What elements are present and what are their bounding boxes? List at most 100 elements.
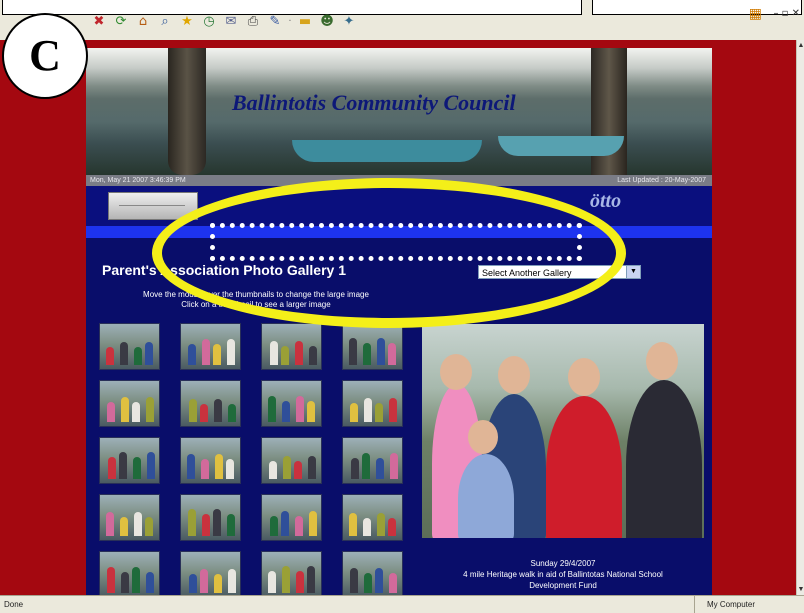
site-title: Ballintotis Community Council — [232, 90, 516, 115]
messenger-icon[interactable]: ☻ — [318, 13, 336, 31]
windows-flag-icon: ▦ — [748, 6, 762, 22]
thumbnail-figure — [268, 571, 276, 593]
thumbnail-figure — [121, 572, 129, 593]
thumbnail-figure — [363, 343, 371, 365]
thumbnail-figure — [269, 461, 277, 479]
thumbnail-figure — [375, 403, 383, 422]
gallery-thumbnail[interactable] — [99, 380, 160, 427]
boat-image — [498, 136, 624, 156]
gallery-thumbnail[interactable] — [261, 437, 322, 484]
thumbnail-figure — [282, 401, 290, 422]
gallery-thumbnail[interactable] — [261, 380, 322, 427]
thumbnail-figure — [268, 396, 276, 422]
thumbnail-figure — [376, 458, 384, 479]
gallery-thumbnail[interactable] — [261, 551, 322, 595]
photo-figure — [458, 454, 514, 538]
thumbnail-figure — [227, 514, 235, 536]
thumbnail-grid — [99, 323, 419, 595]
thumbnail-figure — [349, 338, 357, 365]
photo-figure — [468, 420, 498, 454]
photo-figure — [440, 354, 472, 390]
thumbnail-figure — [213, 509, 221, 536]
thumbnail-figure — [283, 456, 291, 479]
thumbnail-figure — [107, 567, 115, 593]
thumbnail-figure — [107, 402, 115, 422]
caption-line: 4 mile Heritage walk in aid of Ballintot… — [463, 570, 663, 579]
thumbnail-figure — [108, 457, 116, 479]
current-datetime: Mon, May 21 2007 3:46:39 PM — [90, 177, 186, 184]
stop-icon[interactable]: ✖ — [90, 13, 108, 31]
favorites-icon[interactable]: ★ — [178, 13, 196, 31]
vertical-scrollbar[interactable]: ▲ ▼ — [796, 40, 804, 595]
refresh-icon[interactable]: ⟳ — [112, 13, 130, 31]
gallery-thumbnail[interactable] — [180, 494, 241, 541]
photo-figure — [626, 380, 702, 538]
thumbnail-figure — [295, 516, 303, 536]
thumbnail-figure — [296, 571, 304, 593]
history-icon[interactable]: ◷ — [200, 13, 218, 31]
thumbnail-figure — [145, 517, 153, 536]
print-icon[interactable]: ⎙ — [244, 13, 262, 31]
gallery-thumbnail[interactable] — [180, 323, 241, 370]
thumbnail-figure — [350, 568, 358, 593]
gallery-thumbnail[interactable] — [342, 551, 403, 595]
scroll-down-icon[interactable]: ▼ — [797, 586, 804, 593]
thumbnail-figure — [121, 397, 129, 422]
thumbnail-figure — [200, 404, 208, 422]
gallery-thumbnail[interactable] — [261, 323, 322, 370]
thumbnail-figure — [226, 459, 234, 479]
thumbnail-figure — [145, 342, 153, 365]
gallery-thumbnail[interactable] — [342, 323, 403, 370]
tree-trunk-left — [168, 48, 206, 175]
gallery-thumbnail[interactable] — [99, 437, 160, 484]
home-icon[interactable]: ⌂ — [134, 13, 152, 31]
gallery-thumbnail[interactable] — [342, 494, 403, 541]
gallery-thumbnail[interactable] — [342, 380, 403, 427]
thumbnail-figure — [133, 457, 141, 479]
thumbnail-figure — [270, 341, 278, 365]
thumbnail-figure — [389, 573, 397, 593]
thumbnail-figure — [213, 344, 221, 365]
annotation-dotted-box — [210, 223, 582, 261]
gallery-thumbnail[interactable] — [180, 551, 241, 595]
extra-icon[interactable]: ✦ — [340, 13, 358, 31]
chevron-down-icon[interactable]: ▼ — [626, 266, 640, 278]
large-photo[interactable] — [422, 324, 704, 538]
thumbnail-figure — [294, 461, 302, 479]
thumbnail-figure — [307, 566, 315, 593]
gallery-thumbnail[interactable] — [99, 551, 160, 595]
thumbnail-figure — [227, 339, 235, 365]
thumbnail-figure — [281, 511, 289, 536]
gallery-thumbnail[interactable] — [180, 380, 241, 427]
gallery-thumbnail[interactable] — [99, 323, 160, 370]
thumbnail-figure — [364, 573, 372, 593]
caption-line: Sunday 29/4/2007 — [530, 559, 596, 568]
thumbnail-figure — [106, 512, 114, 536]
thumbnail-figure — [362, 453, 370, 479]
thumbnail-figure — [146, 397, 154, 422]
last-updated: Last Updated : 20-May-2007 — [617, 177, 706, 184]
gallery-thumbnail[interactable] — [261, 494, 322, 541]
gallery-thumbnail[interactable] — [342, 437, 403, 484]
thumbnail-figure — [349, 513, 357, 536]
mail-icon[interactable]: ✉ — [222, 13, 240, 31]
thumbnail-figure — [188, 344, 196, 365]
edit-icon[interactable]: ✎ — [266, 13, 284, 31]
window-controls[interactable]: – ▫ ✕ — [773, 8, 800, 19]
thumbnail-figure — [189, 574, 197, 593]
scroll-up-icon[interactable]: ▲ — [797, 42, 804, 49]
folder-icon[interactable]: ▬ — [296, 13, 314, 31]
gallery-thumbnail[interactable] — [180, 437, 241, 484]
photo-figure — [498, 356, 530, 394]
thumbnail-figure — [120, 342, 128, 365]
thumbnail-figure — [188, 509, 196, 536]
zone-text: My Computer — [707, 600, 756, 609]
gallery-thumbnail[interactable] — [99, 494, 160, 541]
thumbnail-figure — [202, 514, 210, 536]
browser-viewport: Ballintotis Community Council Mon, May 2… — [0, 40, 796, 595]
thumbnail-figure — [202, 339, 210, 365]
thumbnail-figure — [146, 572, 154, 593]
thumbnail-figure — [200, 569, 208, 593]
thumbnail-figure — [119, 452, 127, 479]
search-icon[interactable]: ⌕ — [156, 13, 174, 31]
